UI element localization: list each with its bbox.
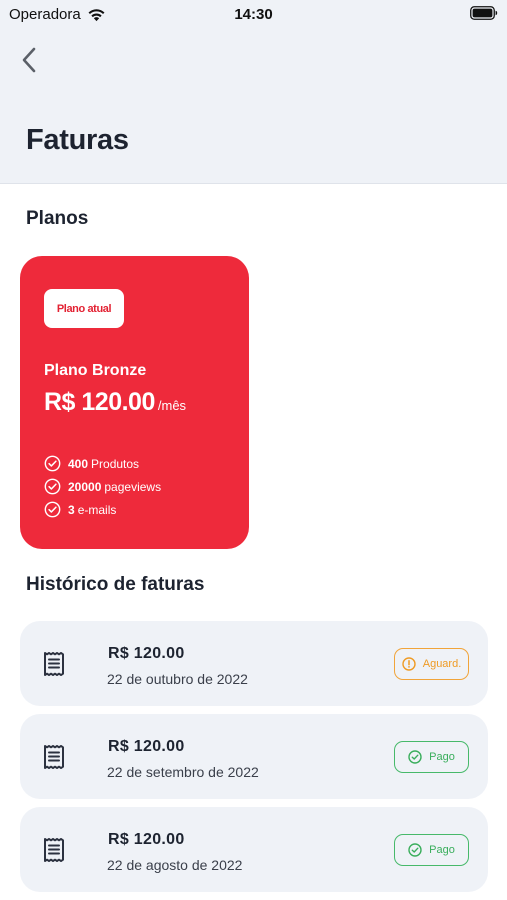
back-button[interactable] xyxy=(14,44,44,76)
invoice-amount: R$ 120.00 xyxy=(108,738,185,755)
check-circle-icon xyxy=(44,455,61,472)
invoice-date: 22 de outubro de 2022 xyxy=(107,671,248,687)
alert-circle-icon xyxy=(402,657,416,671)
feature-value: 3 xyxy=(68,502,75,517)
feature-value: 20000 xyxy=(68,479,102,494)
feature-label: pageviews xyxy=(104,479,162,494)
plan-price-amount: R$ 120.00 xyxy=(44,388,155,416)
plan-feature: 3 e-mails xyxy=(44,498,161,521)
current-plan-badge: Plano atual xyxy=(44,289,124,328)
feature-value: 400 xyxy=(68,456,89,471)
history-section-title: Histórico de faturas xyxy=(26,574,205,595)
invoice-row[interactable]: R$ 120.00 22 de setembro de 2022 Pago xyxy=(20,714,488,799)
status-bar: Operadora 14:30 xyxy=(0,0,507,30)
invoice-date: 22 de agosto de 2022 xyxy=(107,857,243,873)
status-badge: Pago xyxy=(394,741,469,773)
receipt-icon xyxy=(44,745,64,769)
feature-label: Produtos xyxy=(91,456,140,471)
header: Operadora 14:30 Faturas xyxy=(0,0,507,184)
plan-price-period: /mês xyxy=(157,398,187,413)
check-circle-icon xyxy=(408,750,422,764)
battery-icon xyxy=(470,6,498,20)
check-circle-icon xyxy=(44,478,61,495)
status-label: Pago xyxy=(429,751,455,763)
plan-price: R$ 120.00 /mês xyxy=(44,388,186,417)
invoice-date: 22 de setembro de 2022 xyxy=(107,764,259,780)
status-time: 14:30 xyxy=(234,6,273,23)
status-badge: Aguard. xyxy=(394,648,469,680)
invoice-row[interactable]: R$ 120.00 22 de agosto de 2022 Pago xyxy=(20,807,488,892)
check-circle-icon xyxy=(408,843,422,857)
invoice-row[interactable]: R$ 120.00 22 de outubro de 2022 Aguard. xyxy=(20,621,488,706)
plans-section-title: Planos xyxy=(26,208,89,229)
status-badge: Pago xyxy=(394,834,469,866)
status-label: Pago xyxy=(429,844,455,856)
page-title: Faturas xyxy=(26,124,129,156)
invoice-amount: R$ 120.00 xyxy=(108,831,185,848)
plan-feature: 20000 pageviews xyxy=(44,475,161,498)
feature-label: e-mails xyxy=(77,502,117,517)
receipt-icon xyxy=(44,652,64,676)
invoice-amount: R$ 120.00 xyxy=(108,645,185,662)
plan-feature: 400 Produtos xyxy=(44,452,161,475)
plan-name: Plano Bronze xyxy=(44,362,147,379)
check-circle-icon xyxy=(44,501,61,518)
plan-features: 400 Produtos 20000 pageviews 3 e-mails xyxy=(44,452,161,521)
current-plan-card[interactable]: Plano atual Plano Bronze R$ 120.00 /mês … xyxy=(20,256,249,549)
chevron-left-icon xyxy=(22,47,36,73)
status-label: Aguard. xyxy=(422,658,462,670)
receipt-icon xyxy=(44,838,64,862)
